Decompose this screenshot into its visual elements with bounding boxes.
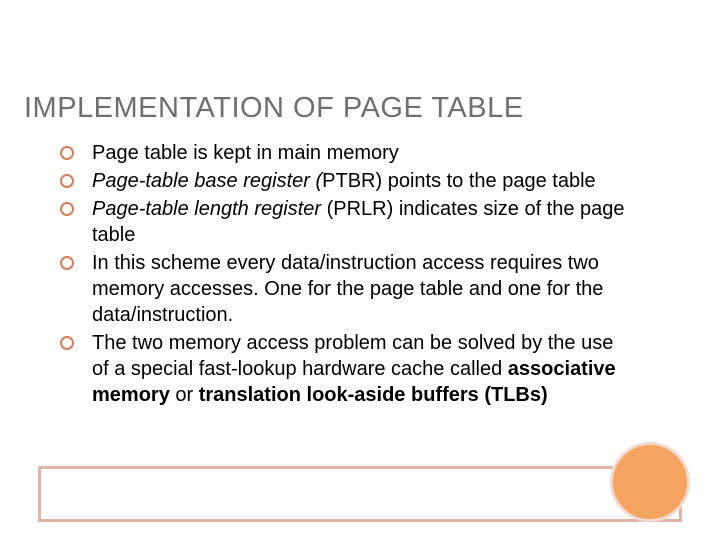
bullet-text: In this scheme every data/instruction ac… xyxy=(92,250,630,328)
bullet-icon xyxy=(60,256,74,270)
list-item: Page table is kept in main memory xyxy=(60,140,630,166)
bullet-icon xyxy=(60,174,74,188)
list-item: Page-table length register (PRLR) indica… xyxy=(60,196,630,248)
text: or xyxy=(170,384,199,406)
list-item: Page-table base register (PTBR) points t… xyxy=(60,168,630,194)
bullet-text: The two memory access problem can be sol… xyxy=(92,330,630,408)
bullet-text: Page table is kept in main memory xyxy=(92,140,630,166)
bullet-icon xyxy=(60,336,74,350)
slide: IMPLEMENTATION OF PAGE TABLE Page table … xyxy=(0,0,720,540)
list-item: The two memory access problem can be sol… xyxy=(60,330,630,408)
bullet-text: Page-table base register (PTBR) points t… xyxy=(92,168,630,194)
text: PTBR) points to the page table xyxy=(322,170,596,192)
bullet-text: Page-table length register (PRLR) indica… xyxy=(92,196,630,248)
bold-text: translation look-aside buffers (TLBs) xyxy=(199,384,548,406)
page-title: IMPLEMENTATION OF PAGE TABLE xyxy=(24,92,524,125)
italic-text: Page-table base register ( xyxy=(92,170,322,192)
bullet-icon xyxy=(60,202,74,216)
bullet-list: Page table is kept in main memory Page-t… xyxy=(60,140,630,410)
italic-text: Page-table length register xyxy=(92,198,321,220)
list-item: In this scheme every data/instruction ac… xyxy=(60,250,630,328)
decorative-circle xyxy=(610,442,690,522)
decorative-frame xyxy=(38,466,682,522)
bullet-icon xyxy=(60,146,74,160)
